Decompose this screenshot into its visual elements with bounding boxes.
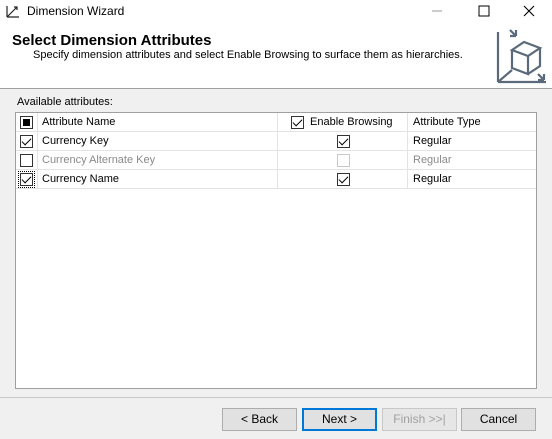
column-header-browsing[interactable]: Enable Browsing [277,113,407,132]
next-button[interactable]: Next > [302,408,377,431]
row-select-cell[interactable] [16,151,37,170]
maximize-icon [478,5,490,17]
available-attributes-label: Available attributes: [17,96,113,108]
attribute-name: Currency Alternate Key [37,151,277,170]
dimension-cube-icon [496,29,546,84]
attribute-type: Regular [407,151,536,170]
row-select-cell[interactable] [16,170,37,189]
table-row[interactable]: Currency Name Regular [16,170,536,189]
page-title: Select Dimension Attributes [12,32,212,49]
back-button[interactable]: < Back [222,408,297,431]
column-header-browsing-label: Enable Browsing [310,116,393,128]
finish-button: Finish >>| [382,408,457,431]
title-bar: Dimension Wizard [0,0,552,22]
column-header-name[interactable]: Attribute Name [37,113,277,132]
row-select-checkbox[interactable] [20,154,33,167]
enable-browsing-all-checkbox[interactable] [291,116,304,129]
attribute-type[interactable]: Regular [407,132,536,151]
window-title: Dimension Wizard [27,4,125,18]
grid-header-row: Attribute Name Enable Browsing Attribute… [16,113,536,132]
select-all-cell[interactable] [16,113,37,132]
table-row[interactable]: Currency Alternate Key Regular [16,151,536,170]
minimize-button[interactable] [414,0,460,22]
maximize-button[interactable] [461,0,507,22]
attributes-grid[interactable]: Attribute Name Enable Browsing Attribute… [15,112,537,389]
table-row[interactable]: Currency Key Regular [16,132,536,151]
wizard-header: Select Dimension Attributes Specify dime… [0,22,552,88]
minimize-icon [432,10,442,12]
header-divider [0,88,552,89]
enable-browsing-checkbox[interactable] [337,135,350,148]
close-icon [523,5,535,17]
attribute-name: Currency Key [37,132,277,151]
attribute-type[interactable]: Regular [407,170,536,189]
row-select-cell[interactable] [16,132,37,151]
wizard-app-icon [6,6,19,18]
footer-divider [0,397,552,398]
browsing-cell[interactable] [277,170,407,189]
page-subtitle: Specify dimension attributes and select … [33,49,463,61]
cancel-button[interactable]: Cancel [461,408,536,431]
column-header-type[interactable]: Attribute Type [407,113,536,132]
close-button[interactable] [506,0,552,22]
browsing-cell[interactable] [277,132,407,151]
row-select-checkbox[interactable] [20,135,33,148]
attribute-name: Currency Name [37,170,277,189]
browsing-cell[interactable] [277,151,407,170]
enable-browsing-checkbox[interactable] [337,173,350,186]
row-select-checkbox[interactable] [20,173,33,186]
select-all-checkbox[interactable] [20,116,33,129]
enable-browsing-checkbox [337,154,350,167]
